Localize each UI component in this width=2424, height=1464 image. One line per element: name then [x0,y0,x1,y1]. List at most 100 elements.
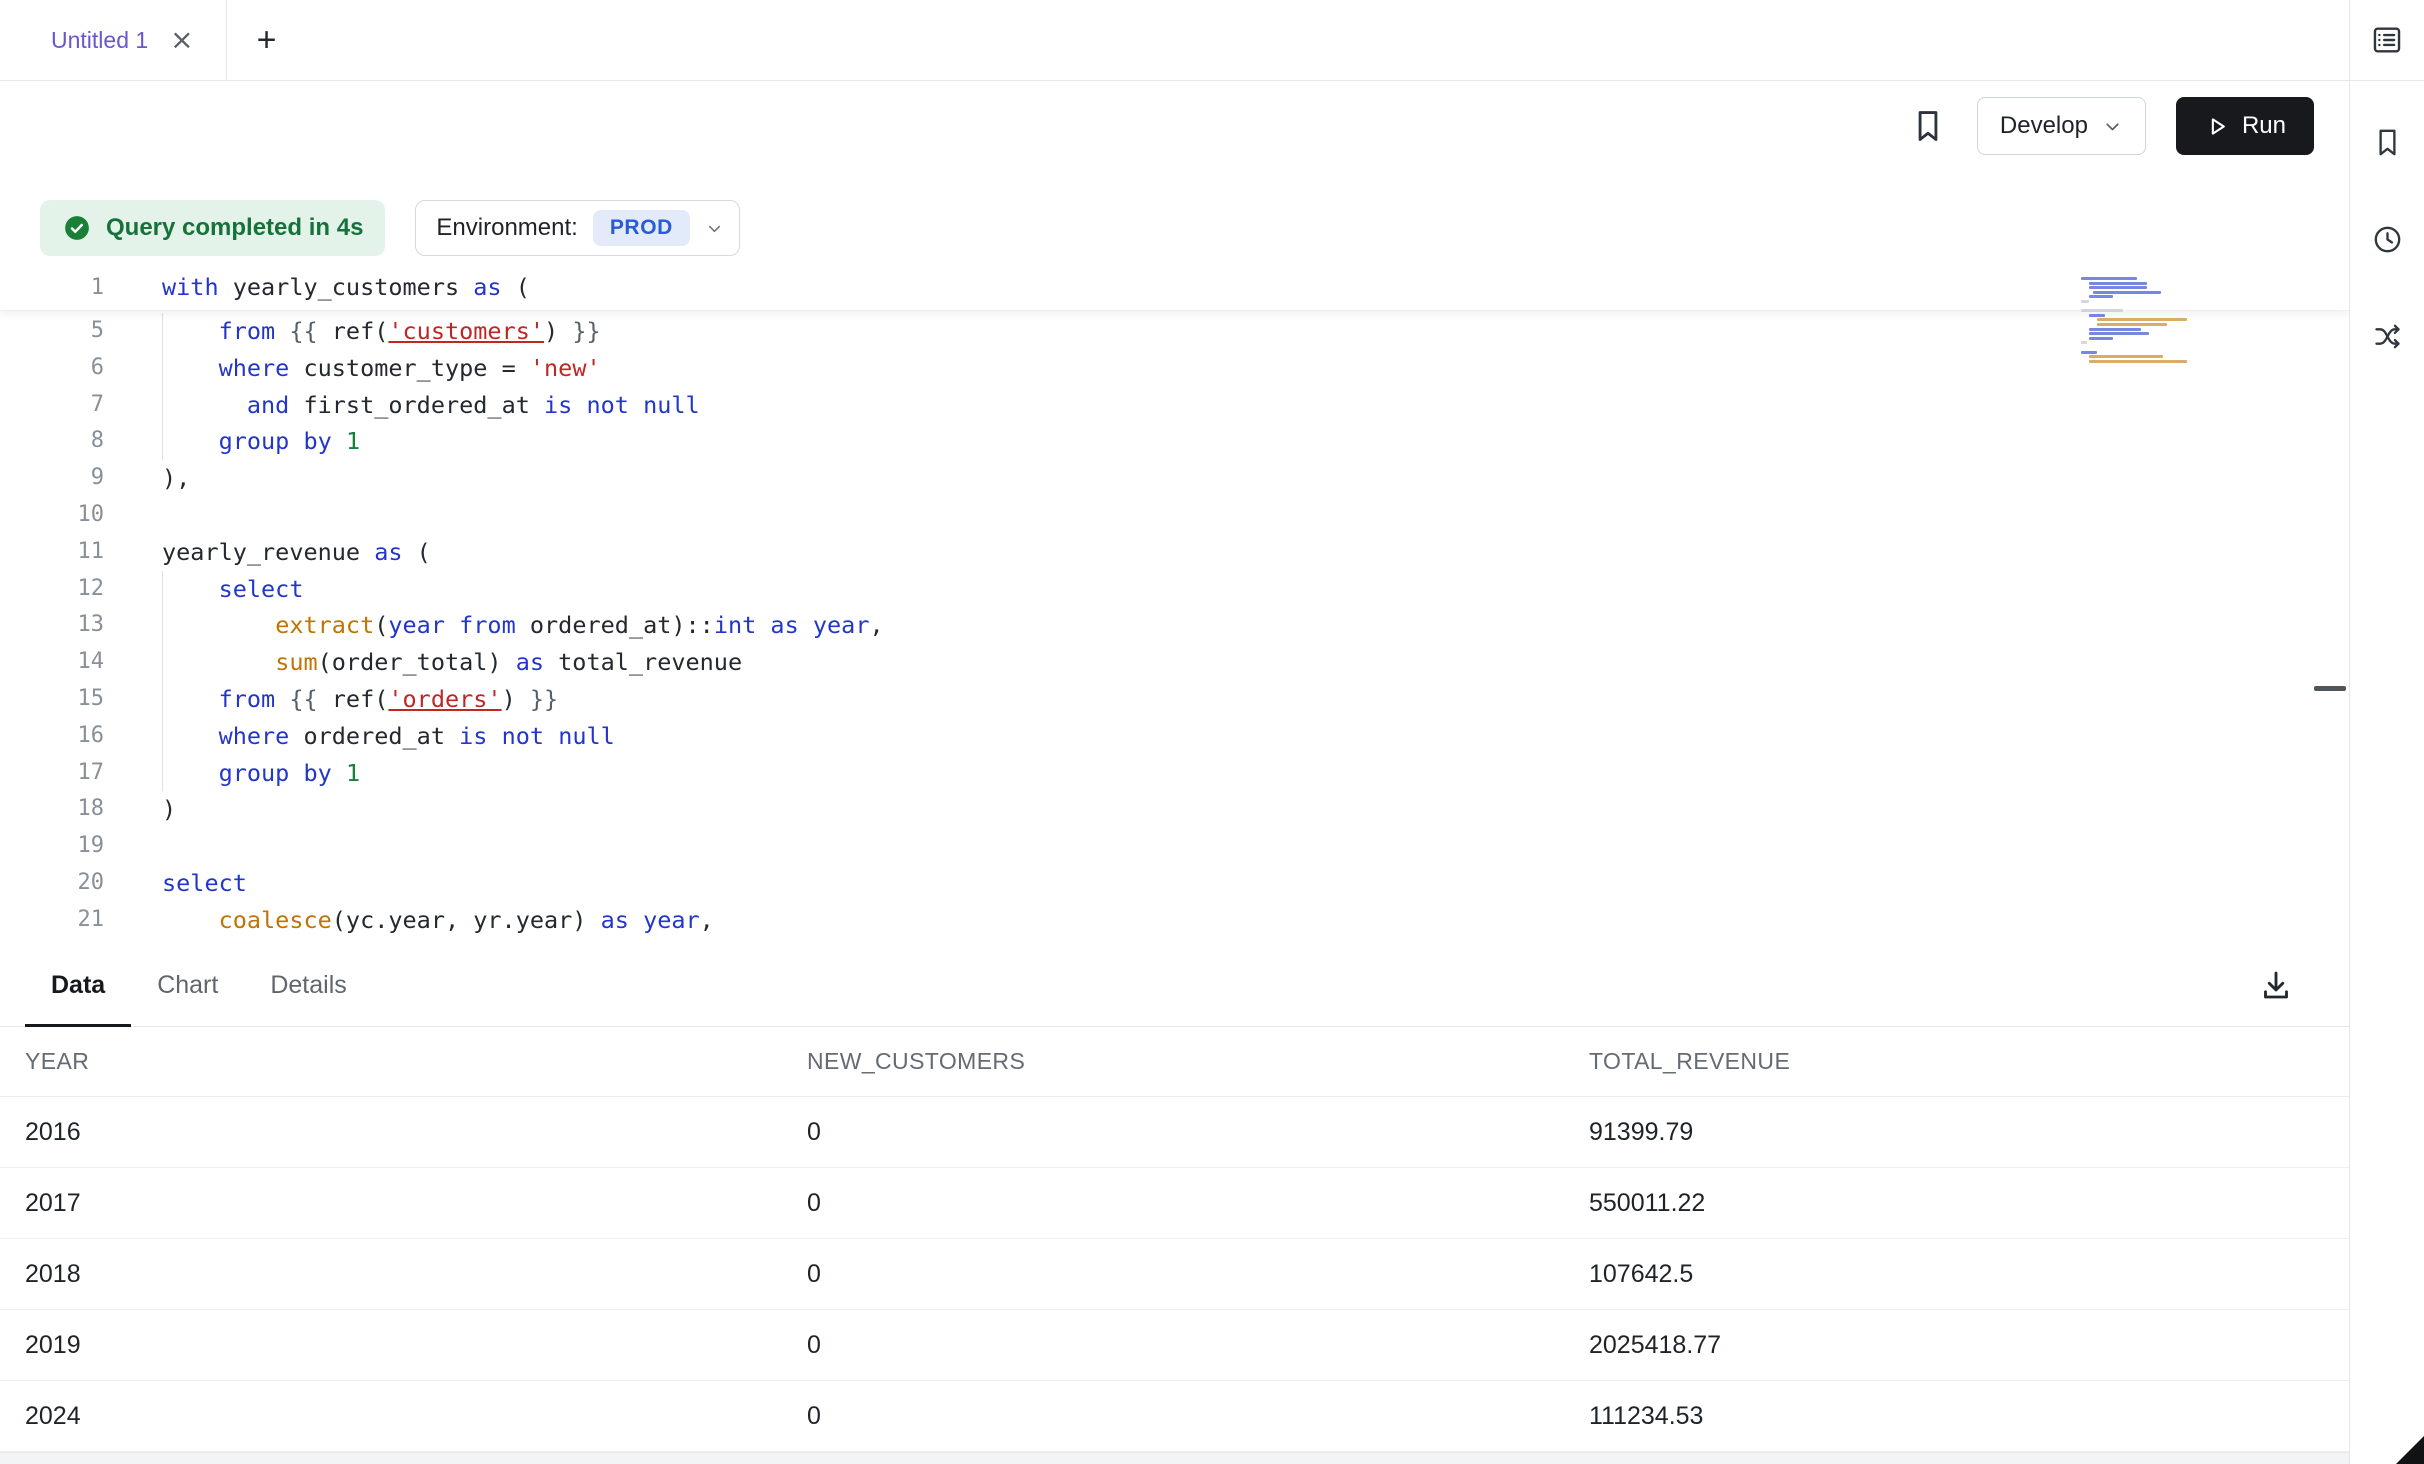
code-line[interactable]: 18) [0,791,2349,828]
code-token [162,611,275,639]
code-line[interactable]: 20select [0,865,2349,902]
code-token: group [219,427,290,455]
rail-top [2350,0,2424,81]
code-line[interactable]: 8 group by 1 [0,423,2349,460]
check-circle-icon [62,213,92,243]
tab-details[interactable]: Details [244,944,372,1026]
tab-chart[interactable]: Chart [131,944,244,1026]
cell: 0 [807,1402,1589,1431]
run-button[interactable]: Run [2176,97,2314,155]
code-token: ) [544,317,558,345]
code-line[interactable]: 21 coalesce(yc.year, yr.year) as year, [0,902,2349,939]
environment-value-chip: PROD [593,210,690,246]
code-text: ), [162,460,190,497]
code-line[interactable]: 12 select [0,571,2349,608]
code-line[interactable]: 10 [0,497,2349,534]
code-token: extract [275,611,374,639]
code-token: (yc.year, yr.year) [332,906,601,934]
code-line[interactable]: 16 where ordered_at is not null [0,718,2349,755]
code-token: not [502,722,544,750]
code-line[interactable]: 15 from {{ ref('orders') }} [0,681,2349,718]
code-token: yearly_customers [219,273,474,301]
app-window: Untitled 1 × + Develop Ru [0,0,2424,1464]
code-token: from [219,685,276,713]
code-line[interactable]: 5 from {{ ref('customers') }} [0,313,2349,350]
lineage-icon[interactable] [2371,320,2404,353]
tab-data[interactable]: Data [25,944,131,1026]
table-row: 2016091399.79 [0,1097,2349,1168]
new-tab-icon[interactable]: + [257,23,277,57]
code-text: group by 1 [162,755,360,792]
right-icon-rail [2349,0,2424,1464]
code-line[interactable]: 19 [0,828,2349,865]
sql-editor[interactable]: 1 with yearly_customers as ( 5 from {{ re… [0,265,2349,944]
code-line[interactable]: 6 where customer_type = 'new' [0,350,2349,387]
code-token [162,575,219,603]
minimap[interactable] [2081,277,2199,364]
code-token: {{ [289,685,317,713]
code-text: from {{ ref('customers') }} [162,313,601,350]
code-token: 'new' [530,354,601,382]
cell: 2017 [25,1189,807,1218]
code-token [332,759,346,787]
code-text: coalesce(yc.year, yr.year) as year, [162,902,714,939]
code-token: ( [374,611,388,639]
column-header-total-revenue: TOTAL_REVENUE [1589,1048,2349,1075]
code-token: and [247,391,289,419]
minimap-line [2097,323,2167,326]
code-line[interactable]: 17 group by 1 [0,755,2349,792]
cell: 2025418.77 [1589,1331,2349,1360]
chevron-down-icon [705,219,724,238]
code-line[interactable]: 9), [0,460,2349,497]
code-line[interactable]: 1with yearly_customers as ( [0,265,2349,310]
run-label: Run [2242,112,2286,140]
table-row: 20170550011.22 [0,1168,2349,1239]
horizontal-scrollbar[interactable] [0,1452,2349,1464]
code-token [487,722,501,750]
main-panel: Untitled 1 × + Develop Ru [0,0,2349,1464]
code-token: with [162,273,219,301]
code-token: from [219,317,276,345]
outline-icon[interactable] [2370,23,2404,57]
code-token: as [770,611,798,639]
line-number: 1 [0,265,104,310]
tab-untitled-1[interactable]: Untitled 1 × [0,0,227,80]
code-text: yearly_revenue as ( [162,534,431,571]
code-token [275,317,289,345]
line-number: 18 [0,791,104,828]
code-token: ordered_at):: [516,611,714,639]
code-text: sum(order_total) as total_revenue [162,644,742,681]
ref-link[interactable]: 'customers' [388,317,544,345]
download-icon[interactable] [2258,967,2294,1003]
code-line[interactable]: 7 and first_ordered_at is not null [0,387,2349,424]
code-token: ordered_at [289,722,459,750]
code-token [162,391,247,419]
cell: 0 [807,1189,1589,1218]
scrollbar-thumb[interactable] [2314,686,2346,691]
code-token [162,906,219,934]
code-token: customer_type = [289,354,530,382]
rail-items [2371,81,2404,353]
code-token: where [219,354,290,382]
code-line[interactable]: 11yearly_revenue as ( [0,534,2349,571]
code-line[interactable]: 13 extract(year from ordered_at)::int as… [0,607,2349,644]
bookmark-icon[interactable] [2371,126,2404,159]
bookmark-icon[interactable] [1909,107,1947,145]
code-token: 1 [346,427,360,455]
code-line[interactable]: 14 sum(order_total) as total_revenue [0,644,2349,681]
line-number: 6 [0,350,104,387]
code-token: ref( [318,685,389,713]
minimap-line [2089,360,2187,363]
close-tab-icon[interactable]: × [170,26,193,54]
code-token: 0 [601,943,615,944]
ref-link[interactable]: 'orders' [388,685,501,713]
history-icon[interactable] [2371,223,2404,256]
develop-dropdown[interactable]: Develop [1977,97,2146,155]
code-token: , [869,611,883,639]
code-token: yearly_revenue [162,538,374,566]
code-token: {{ [289,317,317,345]
code-token: ( [502,273,530,301]
environment-selector[interactable]: Environment: PROD [415,200,739,256]
code-token [544,722,558,750]
minimap-line [2089,286,2147,289]
